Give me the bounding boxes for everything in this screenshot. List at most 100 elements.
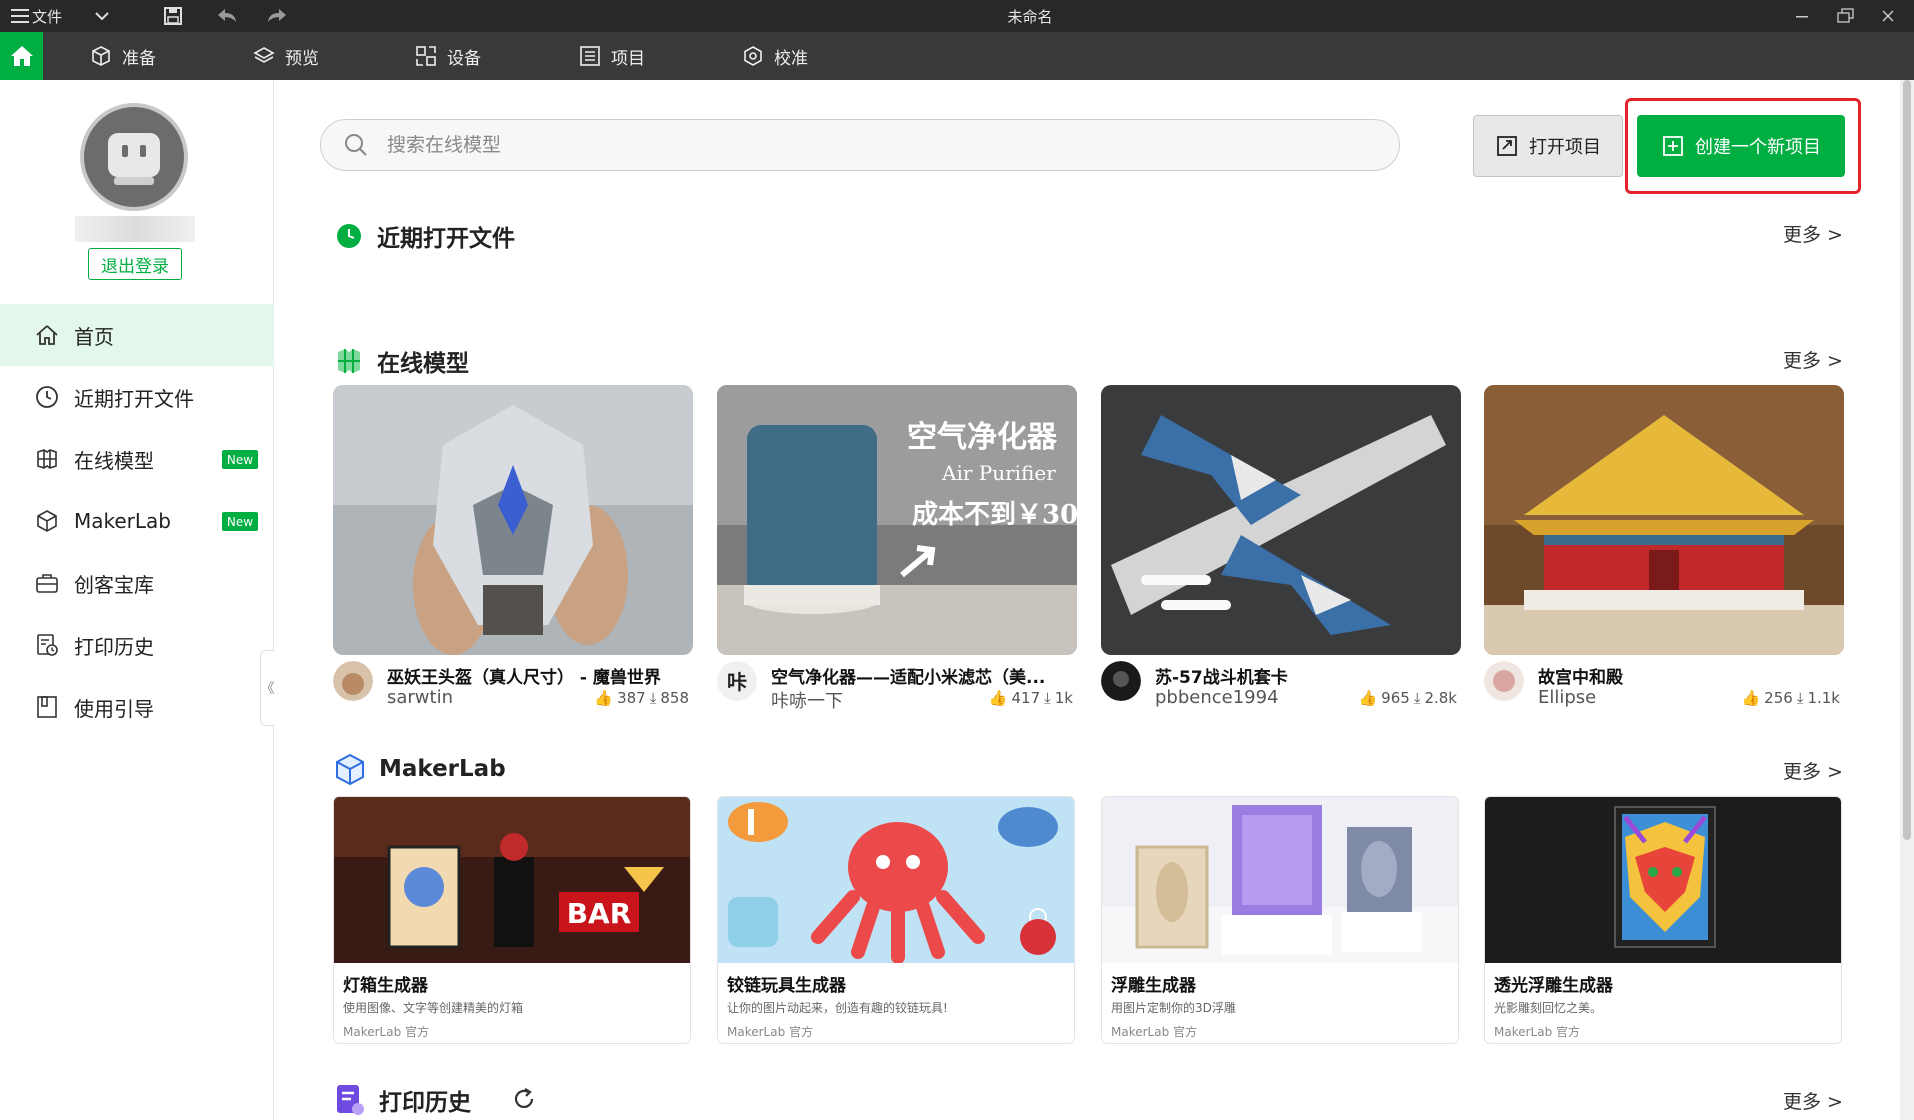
print-history-icon	[337, 1085, 364, 1115]
close-icon	[1882, 10, 1894, 22]
sidebar-item-treasure[interactable]: 创客宝库	[0, 552, 274, 614]
clock-icon	[34, 384, 60, 410]
models-icon	[34, 446, 60, 472]
undo-button[interactable]	[216, 0, 238, 32]
scrollbar-thumb[interactable]	[1903, 80, 1911, 840]
tab-device[interactable]: 设备	[415, 32, 481, 80]
file-menu[interactable]: 文件	[10, 0, 62, 32]
new-project-button[interactable]: 创建一个新项目	[1637, 115, 1845, 177]
author-avatar[interactable]	[1101, 661, 1141, 701]
calibrate-icon	[744, 46, 762, 66]
section-title: MakerLab	[379, 756, 506, 782]
sidebar-item-label: 首页	[74, 324, 114, 349]
close-button[interactable]	[1881, 0, 1895, 32]
model-card[interactable]: 空气净化器 Air Purifier 成本不到￥30 咔 空气净化器——适配小米…	[717, 385, 1077, 712]
makerlab-icon	[34, 508, 60, 534]
layers-icon	[253, 47, 275, 63]
restore-button[interactable]	[1837, 0, 1855, 32]
makerlab-title: 透光浮雕生成器	[1494, 976, 1613, 996]
sidebar-item-print-history[interactable]: 打印历史	[0, 614, 274, 676]
makerlab-title: 铰链玩具生成器	[727, 976, 846, 996]
makerlab-title: 浮雕生成器	[1111, 976, 1196, 996]
new-project-icon	[1663, 136, 1683, 156]
makerlab-more-link[interactable]: 更多 >	[1783, 757, 1843, 784]
makerlab-card[interactable]: 铰链玩具生成器 让你的图片动起来，创造有趣的铰链玩具! MakerLab 官方	[717, 796, 1075, 1044]
tab-label: 项目	[611, 48, 645, 69]
history-more-link[interactable]: 更多 >	[1783, 1087, 1843, 1114]
thumbs-up-icon: 👍	[1741, 689, 1761, 707]
file-menu-label: 文件	[32, 7, 63, 26]
tab-calibrate[interactable]: 校准	[742, 32, 808, 80]
makerlab-card[interactable]: 浮雕生成器 用图片定制你的3D浮雕 MakerLab 官方	[1101, 796, 1459, 1044]
makerlab-card[interactable]: BAR 灯箱生成器 使用图像、文字等创建精美的灯箱 MakerLab 官方	[333, 796, 691, 1044]
sidebar-item-label: MakerLab	[74, 509, 172, 533]
search-input[interactable]	[387, 134, 1287, 156]
makerlab-image	[1102, 797, 1458, 963]
section-title: 近期打开文件	[377, 226, 515, 252]
hamburger-icon	[11, 9, 29, 23]
tab-prepare[interactable]: 准备	[90, 32, 156, 80]
save-icon	[164, 7, 182, 25]
download-icon: ⤓	[1413, 689, 1421, 707]
thumbs-up-icon: 👍	[594, 689, 614, 707]
sidebar-item-guide[interactable]: 使用引导	[0, 676, 274, 738]
search-icon	[345, 134, 367, 156]
model-card[interactable]: 故宫中和殿 Ellipse 👍 256 ⤓ 1.1k	[1484, 385, 1844, 711]
sidebar-collapse-button[interactable]: 《	[260, 650, 275, 726]
makerlab-desc: 让你的图片动起来，创造有趣的铰链玩具!	[727, 1001, 948, 1015]
model-image	[333, 385, 693, 655]
like-count: 387	[617, 689, 646, 707]
open-project-label: 打开项目	[1529, 137, 1601, 158]
purifier-text-price: 成本不到￥30	[912, 500, 1077, 530]
tab-preview[interactable]: 预览	[253, 32, 319, 80]
title-bar: 文件 未命名	[0, 0, 1914, 32]
makerlab-card[interactable]: 透光浮雕生成器 光影雕刻回忆之美。 MakerLab 官方	[1484, 796, 1842, 1044]
clock-icon	[337, 224, 361, 248]
section-history-header: 打印历史	[335, 1083, 471, 1117]
fighter-jet-photo	[1101, 385, 1461, 655]
redo-button[interactable]	[266, 0, 288, 32]
online-more-link[interactable]: 更多 >	[1783, 346, 1843, 373]
model-card[interactable]: 苏-57战斗机套卡 pbbence1994 👍 965 ⤓ 2.8k	[1101, 385, 1461, 711]
author-avatar[interactable]	[333, 661, 373, 701]
section-recent-header: 近期打开文件	[335, 219, 515, 253]
avatar[interactable]	[80, 103, 188, 211]
recent-more-link[interactable]: 更多 >	[1783, 220, 1843, 247]
sidebar-item-recent[interactable]: 近期打开文件	[0, 366, 274, 428]
author-avatar[interactable]: 咔	[717, 661, 757, 701]
makerlab-image	[1485, 797, 1841, 963]
makerlab-icon	[336, 753, 364, 785]
model-stats: 👍 256 ⤓ 1.1k	[1741, 689, 1840, 707]
makerlab-desc: 使用图像、文字等创建精美的灯箱	[343, 1001, 524, 1015]
like-count: 965	[1381, 689, 1410, 707]
download-count: 1.1k	[1807, 689, 1840, 707]
model-card[interactable]: 巫妖王头盔（真人尺寸） - 魔兽世界 sarwtin 👍 387 ⤓ 858	[333, 385, 693, 711]
like-count: 417	[1011, 689, 1041, 707]
search-bar[interactable]	[320, 119, 1400, 171]
open-file-icon	[1497, 136, 1517, 156]
sidebar-item-home[interactable]: 首页	[0, 304, 274, 366]
tab-home[interactable]	[0, 32, 43, 80]
tab-label: 校准	[774, 48, 808, 69]
sidebar-item-label: 使用引导	[74, 696, 154, 721]
menu-dropdown-button[interactable]	[94, 0, 110, 32]
save-button[interactable]	[163, 0, 183, 32]
scrollbar[interactable]	[1900, 80, 1914, 1120]
home-icon	[10, 46, 33, 66]
author-avatar[interactable]	[1484, 661, 1524, 701]
makerlab-desc: 光影雕刻回忆之美。	[1494, 1001, 1603, 1015]
download-count: 1k	[1054, 689, 1073, 707]
minimize-button[interactable]	[1795, 0, 1809, 32]
like-count: 256	[1764, 689, 1793, 707]
open-project-button[interactable]: 打开项目	[1473, 115, 1623, 177]
model-title: 巫妖王头盔（真人尺寸） - 魔兽世界	[387, 668, 661, 688]
model-image	[1484, 385, 1844, 655]
document-title: 未命名	[1007, 7, 1053, 26]
refresh-button[interactable]	[511, 1086, 537, 1116]
tab-project[interactable]: 项目	[579, 32, 645, 80]
new-badge: New	[222, 512, 258, 531]
logout-button[interactable]: 退出登录	[88, 248, 182, 280]
minimize-icon	[1796, 16, 1808, 18]
makerlab-image: BAR	[334, 797, 690, 963]
refresh-icon	[514, 1088, 534, 1108]
